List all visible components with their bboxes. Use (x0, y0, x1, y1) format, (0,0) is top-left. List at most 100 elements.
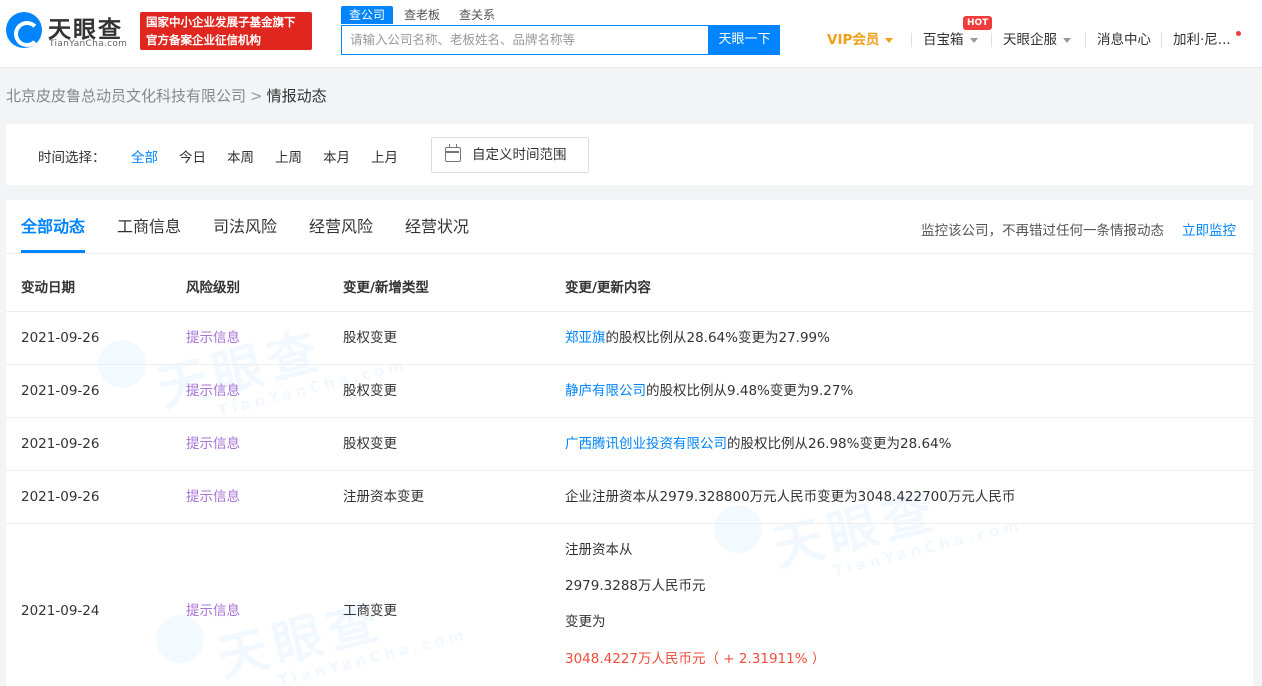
change-to-value: 3048.4227万人民币元（ + 2.31911% ） (565, 651, 826, 667)
nav-qifu[interactable]: 天眼企服 (1003, 30, 1071, 50)
top-header: 天眼查 TianYanCha.com 国家中小企业发展子基金旗下 官方备案企业征… (0, 0, 1262, 68)
custom-time-range-label: 自定义时间范围 (472, 147, 567, 163)
nav-baibaoxiang[interactable]: 百宝箱 (923, 30, 978, 50)
watermark-logo-icon (714, 505, 762, 553)
chevron-down-icon (1063, 37, 1071, 43)
hot-badge: HOT (963, 16, 993, 30)
watermark-domain: TianYanCha.com (275, 625, 470, 686)
nav-qifu-label: 天眼企服 (1003, 32, 1057, 48)
tab-business-info[interactable]: 工商信息 (117, 216, 181, 240)
row-change-type: 工商变更 (343, 603, 397, 619)
logo-domain: TianYanCha.com (49, 39, 128, 49)
row-risk-level: 提示信息 (186, 436, 240, 452)
row-divider (6, 523, 1253, 524)
tab-all-dynamics[interactable]: 全部动态 (21, 216, 85, 240)
tab-operating-status[interactable]: 经营状况 (405, 216, 469, 240)
breadcrumb-current: 情报动态 (266, 87, 327, 105)
search-tab-boss[interactable]: 查老板 (404, 6, 440, 24)
row-date: 2021-09-24 (21, 603, 100, 619)
monitor-hint: 监控该公司，不再错过任何一条情报动态 (921, 223, 1164, 239)
nav-divider (1161, 33, 1162, 47)
eye-logo-icon (6, 12, 42, 48)
row-risk-level: 提示信息 (186, 330, 240, 346)
watermark-text: 天眼查 (152, 321, 330, 419)
breadcrumb: 北京皮皮鲁总动员文化科技有限公司 > 情报动态 (6, 86, 327, 106)
column-header-date: 变动日期 (21, 280, 75, 296)
time-option-last-month[interactable]: 上月 (371, 146, 398, 166)
change-from-label: 注册资本从 (565, 542, 633, 558)
shareholder-link[interactable]: 广西腾讯创业投资有限公司 (565, 436, 727, 452)
row-date: 2021-09-26 (21, 330, 100, 346)
row-change-type: 股权变更 (343, 330, 397, 346)
row-risk-level: 提示信息 (186, 603, 240, 619)
row-risk-level: 提示信息 (186, 489, 240, 505)
custom-time-range-button[interactable]: 自定义时间范围 (431, 137, 589, 173)
column-header-type: 变更/新增类型 (343, 280, 429, 296)
search-input[interactable]: 请输入公司名称、老板姓名、品牌名称等 (341, 25, 709, 55)
column-header-content: 变更/更新内容 (565, 280, 651, 296)
tab-divider (6, 253, 1253, 254)
row-divider (6, 311, 1253, 312)
badge-line1: 国家中小企业发展子基金旗下 (146, 15, 296, 29)
row-content-text: 企业注册资本从2979.328800万元人民币变更为3048.422700万元人… (565, 489, 1016, 505)
row-date: 2021-09-26 (21, 436, 100, 452)
change-from-value: 2979.3288万人民币元 (565, 578, 706, 594)
watermark: 天眼查 TianYanCha.com (765, 451, 1025, 592)
row-date: 2021-09-26 (21, 383, 100, 399)
time-option-this-month[interactable]: 本月 (323, 146, 350, 166)
shareholder-link[interactable]: 郑亚旗 (565, 330, 606, 346)
watermark: 天眼查 TianYanCha.com (150, 291, 410, 432)
row-divider (6, 417, 1253, 418)
search-button[interactable]: 天眼一下 (709, 25, 780, 55)
calendar-icon (445, 144, 461, 162)
time-option-this-week[interactable]: 本周 (227, 146, 254, 166)
nav-divider (911, 33, 912, 47)
row-content: 静庐有限公司的股权比例从9.48%变更为9.27% (565, 381, 853, 401)
logo[interactable]: 天眼查 TianYanCha.com (6, 10, 134, 54)
watermark-domain: TianYanCha.com (830, 515, 1025, 581)
search-tab-relation[interactable]: 查关系 (459, 6, 495, 24)
tab-judicial-risk[interactable]: 司法风险 (213, 216, 277, 240)
monitor-now-link[interactable]: 立即监控 (1182, 219, 1236, 239)
nav-vip-label: VIP会员 (827, 32, 880, 48)
watermark: 天眼查 TianYanCha.com (210, 561, 470, 686)
nav-divider (1085, 33, 1086, 47)
nav-user[interactable]: 加利·尼... (1173, 30, 1231, 50)
shareholder-link[interactable]: 静庐有限公司 (565, 383, 646, 399)
row-date: 2021-09-26 (21, 489, 100, 505)
row-content-text: 的股权比例从9.48%变更为9.27% (646, 383, 854, 399)
nav-baibaoxiang-label: 百宝箱 (923, 32, 964, 48)
breadcrumb-separator: > (250, 87, 263, 105)
dynamics-panel: 天眼查 TianYanCha.com 天眼查 TianYanCha.com 天眼查 T… (6, 200, 1253, 686)
time-option-last-week[interactable]: 上周 (275, 146, 302, 166)
nav-divider (991, 33, 992, 47)
search-tab-company[interactable]: 查公司 (341, 6, 394, 24)
row-divider (6, 364, 1253, 365)
badge-line2: 官方备案企业征信机构 (146, 33, 261, 47)
official-badge: 国家中小企业发展子基金旗下 官方备案企业征信机构 (140, 12, 312, 50)
breadcrumb-company[interactable]: 北京皮皮鲁总动员文化科技有限公司 (6, 87, 246, 105)
row-change-type: 股权变更 (343, 383, 397, 399)
row-content: 郑亚旗的股权比例从28.64%变更为27.99% (565, 328, 830, 348)
notification-dot (1236, 31, 1241, 36)
row-content-text: 的股权比例从26.98%变更为28.64% (727, 436, 952, 452)
row-content-text: 的股权比例从28.64%变更为27.99% (605, 330, 830, 346)
time-option-all[interactable]: 全部 (131, 146, 158, 166)
chevron-down-icon (885, 37, 894, 43)
row-content: 广西腾讯创业投资有限公司的股权比例从26.98%变更为28.64% (565, 434, 951, 454)
row-risk-level: 提示信息 (186, 383, 240, 399)
time-filter-label: 时间选择： (38, 150, 106, 166)
row-divider (6, 470, 1253, 471)
change-to-label: 变更为 (565, 614, 606, 630)
tab-operating-risk[interactable]: 经营风险 (309, 216, 373, 240)
nav-messages[interactable]: 消息中心 (1097, 30, 1151, 50)
row-content: 企业注册资本从2979.328800万元人民币变更为3048.422700万元人… (565, 487, 1015, 507)
nav-vip[interactable]: VIP会员 (827, 30, 894, 50)
row-change-type: 注册资本变更 (343, 489, 424, 505)
chevron-down-icon (969, 37, 978, 43)
time-filter-panel: 时间选择： 全部 今日 本周 上周 本月 上月 自定义时间范围 (6, 124, 1253, 185)
watermark-logo-icon (156, 615, 204, 663)
row-change-type: 股权变更 (343, 436, 397, 452)
time-option-today[interactable]: 今日 (179, 146, 206, 166)
column-header-risk: 风险级别 (186, 280, 240, 296)
